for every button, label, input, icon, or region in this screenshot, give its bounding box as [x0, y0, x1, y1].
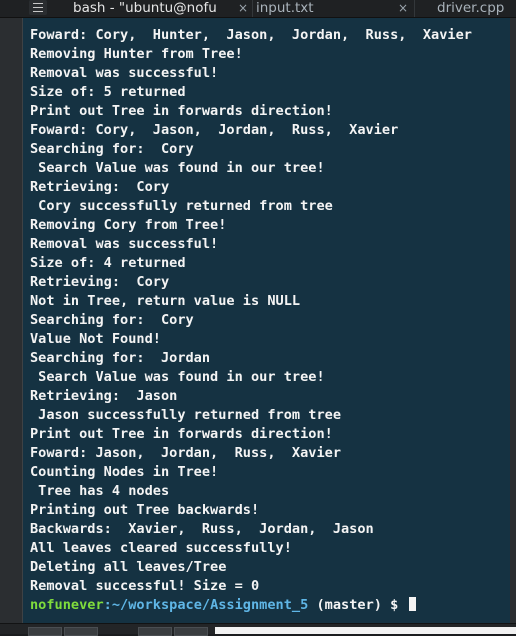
- shell-prompt[interactable]: nofunever:~/workspace/Assignment_5 (mast…: [30, 596, 472, 615]
- tab-driver-cpp-label: driver.cpp: [437, 0, 505, 16]
- tab-driver-cpp[interactable]: driver.cpp: [437, 0, 516, 17]
- terminal-line: Removal was successful!: [30, 65, 219, 81]
- panel-button[interactable]: [28, 627, 62, 636]
- left-gutter: [0, 18, 23, 623]
- tab-bash[interactable]: bash - "ubuntu@nofu: [73, 0, 233, 17]
- tab-bash-label: bash - "ubuntu@nofu: [73, 0, 217, 16]
- terminal-output[interactable]: Foward: Cory, Hunter, Jason, Jordan, Rus…: [23, 18, 510, 623]
- terminal-line: Removing Hunter from Tree!: [30, 46, 243, 62]
- bottom-panel-bar: [0, 623, 516, 636]
- panel-button[interactable]: [138, 627, 172, 636]
- terminal-line: Retrieving: Jason: [30, 388, 178, 404]
- terminal-line: Printing out Tree backwards!: [30, 502, 260, 518]
- terminal-line: Removal was successful!: [30, 236, 219, 252]
- prompt-path: :~/workspace/Assignment_5: [103, 597, 309, 613]
- terminal-line: Foward: Jason, Jordan, Russ, Xavier: [30, 445, 341, 461]
- terminal-line: Search Value was found in our tree!: [30, 369, 325, 385]
- terminal-line: Jason successfully returned from tree: [30, 407, 341, 423]
- terminal-line: Print out Tree in forwards direction!: [30, 426, 333, 442]
- close-icon[interactable]: ×: [238, 0, 248, 17]
- tab-input-txt[interactable]: input.txt: [256, 0, 376, 17]
- terminal-line: Foward: Cory, Jason, Jordan, Russ, Xavie…: [30, 122, 399, 138]
- terminal-line: Value Not Found!: [30, 331, 161, 347]
- prompt-user: nofunever: [30, 597, 104, 613]
- terminal-line: Counting Nodes in Tree!: [30, 464, 219, 480]
- terminal-line: Not in Tree, return value is NULL: [30, 293, 301, 309]
- terminal-line: Backwards: Xavier, Russ, Jordan, Jason: [30, 521, 374, 537]
- terminal-line: Print out Tree in forwards direction!: [30, 103, 333, 119]
- prompt-branch: (master) $: [308, 597, 407, 613]
- close-icon[interactable]: ×: [398, 0, 408, 17]
- tab-input-txt-label: input.txt: [256, 0, 314, 16]
- terminal-line: Deleting all leaves/Tree: [30, 559, 227, 575]
- tab-bar: bash - "ubuntu@nofu × input.txt × driver…: [0, 0, 516, 18]
- terminal-line: Retrieving: Cory: [30, 179, 170, 195]
- terminal-line: Searching for: Cory: [30, 312, 194, 328]
- terminal-line: Retrieving: Cory: [30, 274, 170, 290]
- menu-icon[interactable]: [29, 0, 47, 15]
- panel-button[interactable]: [174, 627, 208, 636]
- terminal-line: Searching for: Cory: [30, 141, 194, 157]
- terminal-line: Removal successful! Size = 0: [30, 578, 260, 594]
- terminal-line: Removing Cory from Tree!: [30, 217, 227, 233]
- terminal-line: Size of: 4 returned: [30, 255, 186, 271]
- terminal-line: Tree has 4 nodes: [30, 483, 170, 499]
- terminal-lines: Foward: Cory, Hunter, Jason, Jordan, Rus…: [30, 26, 472, 615]
- terminal-line: Foward: Cory, Hunter, Jason, Jordan, Rus…: [30, 27, 472, 43]
- terminal-line: Cory successfully returned from tree: [30, 198, 333, 214]
- terminal-line: Searching for: Jordan: [30, 350, 211, 366]
- scrollbar[interactable]: [510, 18, 516, 623]
- terminal-line: Search Value was found in our tree!: [30, 160, 325, 176]
- terminal-line: Size of: 5 returned: [30, 84, 186, 100]
- text-cursor: [408, 597, 416, 611]
- terminal-line: All leaves cleared successfully!: [30, 540, 292, 556]
- panel-button[interactable]: [64, 627, 98, 636]
